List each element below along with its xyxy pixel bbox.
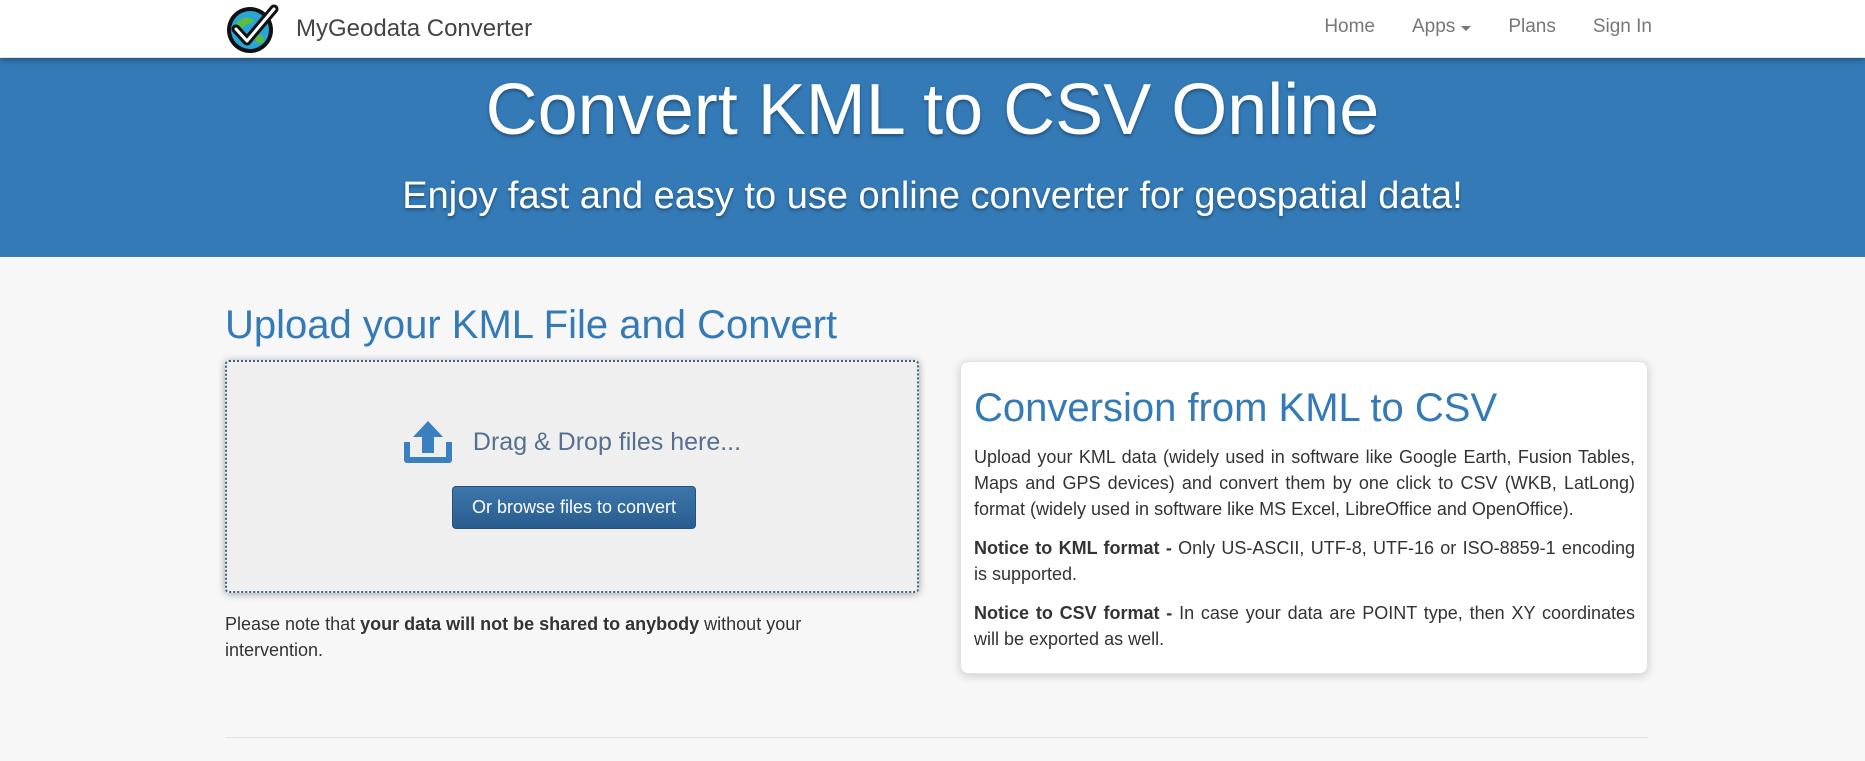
brand-name: MyGeodata Converter — [296, 15, 533, 42]
checkmark-globe-logo — [227, 4, 279, 53]
browse-files-button[interactable]: Or browse files to convert — [452, 486, 696, 529]
csv-notice-label: Notice to CSV format - — [974, 603, 1173, 623]
hero-banner: Convert KML to CSV Online Enjoy fast and… — [0, 58, 1865, 257]
privacy-note: Please note that your data will not be s… — [225, 611, 865, 663]
info-title: Conversion from KML to CSV — [974, 386, 1498, 430]
nav-home[interactable]: Home — [1324, 16, 1375, 38]
upload-heading: Upload your KML File and Convert — [225, 303, 838, 347]
upload-icon — [403, 421, 452, 463]
privacy-note-prefix: Please note that — [225, 614, 361, 634]
nav-plans[interactable]: Plans — [1508, 16, 1556, 38]
nav-apps-dropdown[interactable]: Apps — [1412, 16, 1472, 38]
brand-link[interactable]: MyGeodata Converter — [224, 0, 532, 58]
navbar: MyGeodata Converter Home Apps Plans Sign… — [0, 0, 1865, 58]
csv-notice: Notice to CSV format - In case your data… — [974, 600, 1635, 652]
hero-title: Convert KML to CSV Online — [485, 70, 1380, 150]
file-dropzone[interactable]: Drag & Drop files here... Or browse file… — [225, 360, 919, 593]
kml-notice-label: Notice to KML format - — [974, 538, 1172, 558]
info-description: Upload your KML data (widely used in sof… — [974, 447, 1635, 519]
nav-sign-in[interactable]: Sign In — [1593, 16, 1652, 38]
nav-links: Home Apps Plans Sign In — [1287, 0, 1652, 54]
dropzone-message: Drag & Drop files here... — [227, 420, 917, 464]
caret-down-icon — [1461, 25, 1472, 31]
privacy-note-bold: your data will not be shared to anybody — [360, 614, 700, 634]
section-divider — [225, 737, 1648, 738]
conversion-info-panel: Conversion from KML to CSV Upload your K… — [960, 361, 1648, 674]
nav-apps-label: Apps — [1412, 16, 1456, 37]
drop-files-text: Drag & Drop files here... — [472, 427, 742, 456]
hero-subtitle: Enjoy fast and easy to use online conver… — [402, 175, 1463, 217]
kml-notice: Notice to KML format - Only US-ASCII, UT… — [974, 535, 1635, 587]
